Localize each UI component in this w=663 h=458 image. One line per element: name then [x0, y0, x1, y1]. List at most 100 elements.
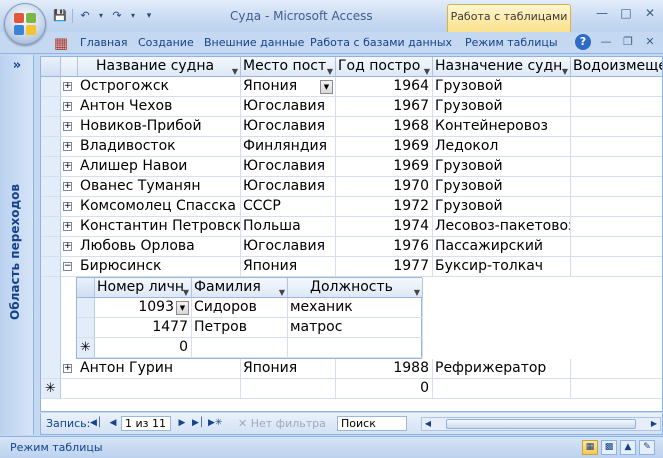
doc-restore-icon[interactable]: ❐ [621, 35, 635, 49]
redo-dropdown-icon[interactable]: ▾ [129, 8, 137, 24]
redo-icon[interactable]: ↷ [109, 8, 125, 24]
cell-year[interactable]: 1964 [336, 77, 433, 97]
record-position-field[interactable]: 1 из 11 [121, 416, 171, 431]
table-row[interactable]: + Комсомолец Спасска СССР 1972 Грузовой [41, 197, 662, 217]
new-record-row[interactable]: ✳ 0 [41, 379, 662, 399]
row-selector[interactable] [41, 77, 61, 97]
tab-external-data[interactable]: Внешние данные [204, 36, 304, 49]
cell-purpose[interactable]: Грузовой [433, 77, 571, 97]
close-icon[interactable]: ✕ [643, 6, 657, 20]
pivotchart-view-icon[interactable]: ▲ [620, 440, 636, 455]
table-row[interactable]: + Алишер Навои Югославия 1969 Грузовой [41, 157, 662, 177]
sub-cell-position[interactable] [288, 338, 423, 358]
expand-icon[interactable]: + [63, 162, 72, 171]
horizontal-scrollbar[interactable]: ◀ ▶ [421, 417, 661, 431]
cell-displacement[interactable] [571, 117, 662, 137]
sort-dropdown-icon[interactable]: ▼ [562, 62, 568, 76]
scroll-thumb[interactable] [446, 419, 636, 429]
new-record-icon[interactable]: ✳ [41, 379, 61, 399]
cell-place[interactable]: Япония ▼ [241, 77, 336, 97]
cell-displacement[interactable] [571, 77, 662, 97]
next-record-icon[interactable]: ▶ [176, 417, 188, 430]
cell-displacement[interactable] [571, 217, 662, 237]
expand-icon[interactable]: + [63, 102, 72, 111]
row-selector[interactable] [41, 359, 61, 379]
select-all-corner[interactable] [41, 57, 61, 77]
table-row[interactable]: + Новиков-Прибой Югославия 1968 Контейнерово… [41, 117, 662, 137]
row-selector[interactable] [41, 117, 61, 137]
sub-col-header-position[interactable]: Должность ▼ [288, 278, 423, 298]
nav-pane-label[interactable]: Область переходов [8, 184, 22, 320]
maximize-icon[interactable]: □ [619, 6, 633, 20]
cell-name[interactable] [78, 379, 241, 399]
cell-displacement[interactable] [571, 379, 662, 399]
cell-name[interactable]: Острогожск [78, 77, 241, 97]
sort-dropdown-icon[interactable]: ▼ [232, 62, 238, 76]
row-selector[interactable] [41, 197, 61, 217]
previous-record-icon[interactable]: ◀ [107, 417, 119, 430]
col-header-displacement[interactable]: Водоизмещение [571, 57, 662, 77]
sort-dropdown-icon[interactable]: ▼ [279, 283, 285, 297]
sub-col-header-surname[interactable]: Фамилия ▼ [192, 278, 288, 298]
office-button[interactable] [4, 3, 46, 45]
cell-place[interactable]: Польша [241, 217, 336, 237]
undo-icon[interactable]: ↶ [77, 8, 93, 24]
filter-indicator[interactable]: ✕ Нет фильтра [236, 416, 334, 432]
col-header-purpose[interactable]: Назначение судн ▼ [433, 57, 571, 77]
cell-place[interactable]: Япония [241, 257, 336, 277]
cell-purpose[interactable]: Буксир-толкач [433, 257, 571, 277]
cell-place[interactable]: Югославия [241, 117, 336, 137]
expand-icon[interactable]: + [63, 242, 72, 251]
row-selector[interactable] [41, 137, 61, 157]
cell-purpose[interactable]: Грузовой [433, 177, 571, 197]
row-selector[interactable] [41, 177, 61, 197]
cell-place[interactable]: Югославия [241, 157, 336, 177]
tab-database-tools[interactable]: Работа с базами данных [310, 36, 452, 49]
cell-year[interactable]: 1977 [336, 257, 433, 277]
search-input[interactable]: Поиск [337, 416, 407, 431]
sub-col-header-id[interactable]: Номер личн ▼ [95, 278, 192, 298]
expand-icon[interactable]: + [63, 82, 72, 91]
cell-name[interactable]: Владивосток [78, 137, 241, 157]
cell-purpose[interactable]: Грузовой [433, 157, 571, 177]
cell-purpose[interactable]: Ледокол [433, 137, 571, 157]
last-record-icon[interactable]: ▶│ [192, 417, 204, 430]
cell-name[interactable]: Новиков-Прибой [78, 117, 241, 137]
new-record-icon[interactable]: ▶✳ [208, 417, 222, 430]
cell-year[interactable]: 1970 [336, 177, 433, 197]
table-row[interactable]: + Ованес Туманян Югославия 1970 Грузовой [41, 177, 662, 197]
cell-displacement[interactable] [571, 177, 662, 197]
cell-place[interactable]: Финляндия [241, 137, 336, 157]
cell-purpose[interactable]: Грузовой [433, 197, 571, 217]
cell-place[interactable]: Югославия [241, 97, 336, 117]
row-selector[interactable] [41, 237, 61, 257]
cell-year[interactable]: 1969 [336, 157, 433, 177]
help-icon[interactable]: ? [575, 34, 591, 50]
combo-dropdown-icon[interactable]: ▼ [320, 80, 333, 94]
customize-qat-icon[interactable]: ▾ [141, 8, 157, 24]
table-row[interactable]: − Бирюсинск Япония 1977 Буксир-толкач [41, 257, 662, 277]
cell-purpose[interactable]: Рефрижератор [433, 359, 571, 379]
cell-name[interactable]: Любовь Орлова [78, 237, 241, 257]
cell-year[interactable]: 1988 [336, 359, 433, 379]
sub-cell-surname[interactable]: Сидоров [192, 298, 288, 318]
expand-icon[interactable]: + [63, 182, 72, 191]
cell-name[interactable]: Антон Гурин [78, 359, 241, 379]
expand-icon[interactable]: + [63, 122, 72, 131]
cell-purpose[interactable]: Пассажирский [433, 237, 571, 257]
new-record-icon[interactable]: ✳ [77, 338, 95, 358]
pivottable-view-icon[interactable]: ▩ [601, 440, 617, 455]
cell-displacement[interactable] [571, 197, 662, 217]
cell-displacement[interactable] [571, 137, 662, 157]
doc-minimize-icon[interactable]: — [599, 35, 613, 49]
expand-icon[interactable]: + [63, 202, 72, 211]
table-row[interactable]: + Владивосток Финляндия 1969 Ледокол [41, 137, 662, 157]
cell-name[interactable]: Комсомолец Спасска [78, 197, 241, 217]
sub-cell-id[interactable]: 1093 ▼ [95, 298, 192, 318]
col-header-name[interactable]: Название судна ▼ [78, 57, 241, 77]
cell-displacement[interactable] [571, 257, 662, 277]
cell-purpose[interactable]: Контейнеровоз [433, 117, 571, 137]
cell-name[interactable]: Бирюсинск [78, 257, 241, 277]
minimize-icon[interactable]: — [595, 6, 609, 20]
col-header-place[interactable]: Место пост ▼ [241, 57, 336, 77]
